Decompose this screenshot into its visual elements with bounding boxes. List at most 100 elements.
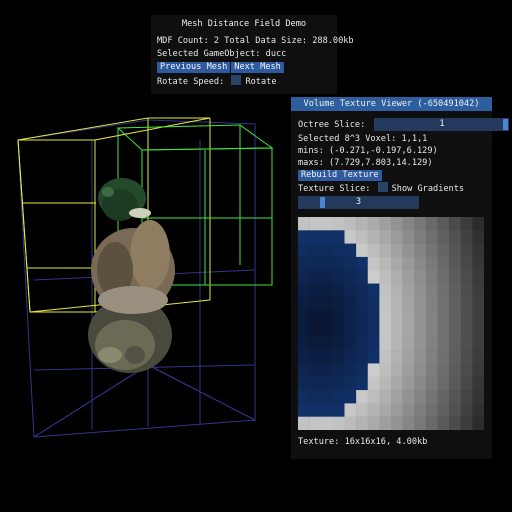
texel [321, 390, 334, 404]
texel [472, 390, 485, 404]
texel [460, 350, 473, 364]
show-gradients-label: Show Gradients [391, 184, 465, 194]
texel [425, 283, 438, 298]
texel [344, 376, 357, 391]
texel [367, 217, 380, 231]
texel [414, 243, 427, 258]
texel [460, 363, 473, 378]
scene-viewport[interactable]: Mesh Distance Field Demo MDF Count: 2 To… [0, 0, 512, 512]
texel [332, 296, 345, 311]
texel [332, 376, 345, 391]
texel [425, 256, 438, 271]
texel [460, 296, 473, 311]
texel [437, 390, 450, 404]
texel [425, 416, 438, 431]
texel [449, 256, 461, 271]
texel [379, 256, 392, 271]
texture-slice-grab[interactable] [320, 197, 325, 208]
texel [391, 310, 403, 324]
texel [460, 416, 473, 431]
texel [309, 243, 322, 258]
texel [344, 323, 357, 338]
texel [298, 310, 310, 324]
texel [367, 230, 380, 244]
texture-slice-value: 3 [355, 197, 362, 207]
texel [344, 403, 357, 417]
texel [332, 416, 345, 431]
rebuild-texture-button[interactable]: Rebuild Texture [298, 170, 382, 181]
texel [437, 376, 450, 391]
texel [425, 243, 438, 258]
texel [321, 416, 334, 431]
texel [414, 390, 427, 404]
volume-texture-viewer-panel: Volume Texture Viewer (-650491042) Octre… [291, 97, 510, 459]
texel [298, 256, 310, 271]
texel [391, 283, 403, 298]
rotate-checkbox[interactable] [231, 75, 242, 85]
texel [309, 403, 322, 417]
texel [309, 416, 322, 431]
show-gradients-checkbox[interactable] [377, 182, 388, 192]
texel [425, 230, 438, 244]
texel [344, 230, 357, 244]
texel [298, 336, 310, 351]
texel [437, 270, 450, 284]
texel [472, 416, 485, 431]
texel [402, 376, 415, 391]
texel [321, 350, 334, 364]
texel [367, 283, 380, 298]
texel [402, 270, 415, 284]
texel [449, 283, 461, 298]
texel [437, 350, 450, 364]
texture-slice-image [298, 217, 485, 431]
texel [437, 283, 450, 298]
texel [332, 350, 345, 364]
texel [367, 363, 380, 378]
texel [414, 336, 427, 351]
texel [379, 336, 392, 351]
texel [356, 350, 368, 364]
texel [472, 283, 485, 298]
texel [367, 336, 380, 351]
texel [437, 217, 450, 231]
texel [425, 217, 438, 231]
texel [414, 310, 427, 324]
next-mesh-button[interactable]: Next Mesh [231, 62, 284, 73]
rotate-speed-label: Rotate Speed: [157, 77, 225, 87]
texel [321, 256, 334, 271]
texel [309, 217, 322, 231]
texel [367, 390, 380, 404]
texel [391, 296, 403, 311]
texel [356, 270, 368, 284]
texel [332, 283, 345, 298]
octree-slice-label: Octree Slice: [298, 120, 366, 130]
octree-slice-slider[interactable]: 1 [374, 118, 510, 131]
texel [332, 243, 345, 258]
texel [344, 416, 357, 431]
texel [379, 403, 392, 417]
texel [472, 256, 485, 271]
texel [356, 243, 368, 258]
texel [437, 256, 450, 271]
texel [391, 323, 403, 338]
octree-slice-grab[interactable] [503, 119, 509, 130]
texel [460, 283, 473, 298]
texel [298, 416, 310, 431]
texel [425, 390, 438, 404]
previous-mesh-button[interactable]: Previous Mesh [157, 62, 231, 73]
texel [309, 230, 322, 244]
texel [460, 323, 473, 338]
texel [449, 336, 461, 351]
texel [309, 256, 322, 271]
mdf-count-text: MDF Count: 2 Total Data Size: 288.00kb [157, 36, 354, 46]
texture-slice-slider[interactable]: 3 [298, 196, 419, 209]
texel [309, 376, 322, 391]
vtv-panel-title[interactable]: Volume Texture Viewer (-650491042) [291, 97, 492, 111]
texel [414, 403, 427, 417]
texel [356, 416, 368, 431]
texel [472, 217, 485, 231]
texel [344, 256, 357, 271]
texel [449, 390, 461, 404]
texel [344, 283, 357, 298]
texel [332, 323, 345, 338]
